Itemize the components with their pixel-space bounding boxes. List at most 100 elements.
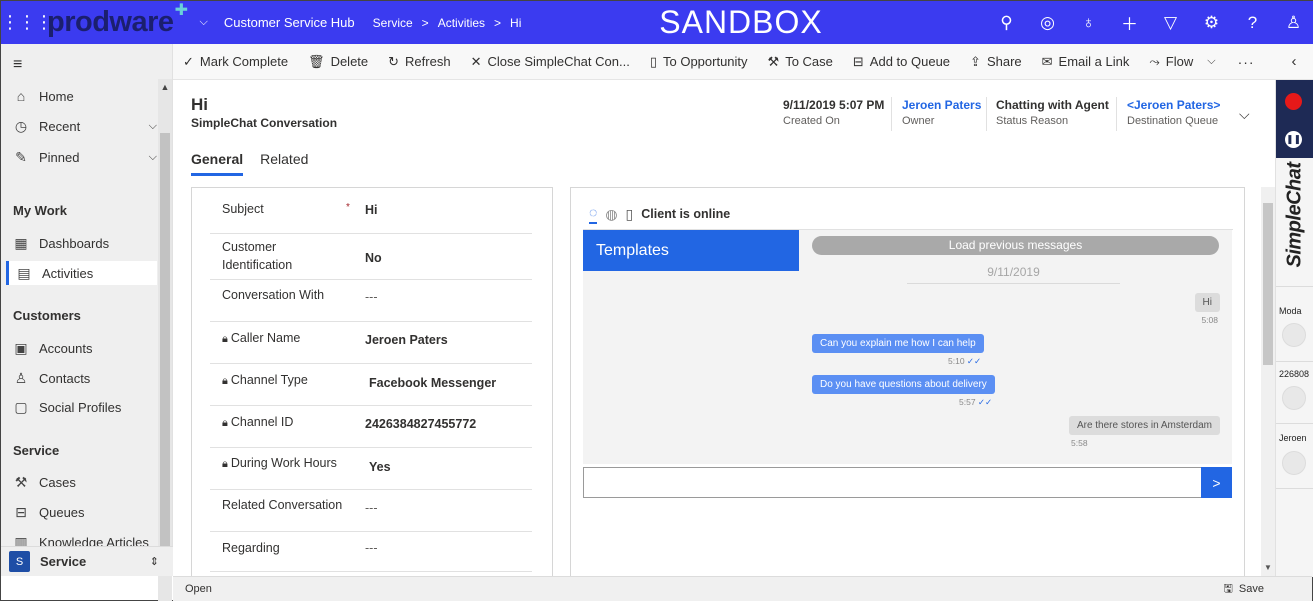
owner-link[interactable]: Jeroen Paters: [902, 98, 981, 112]
wrench-icon: ⚒: [767, 53, 780, 69]
header-divider: [986, 97, 987, 131]
rail-entry-avatar[interactable]: [1282, 386, 1306, 410]
globe-icon[interactable]: ◍: [605, 206, 617, 223]
main-scrollbar[interactable]: ▼: [1261, 187, 1275, 577]
messenger-icon[interactable]: ◌: [589, 204, 598, 224]
share-button[interactable]: ⇪ Share: [970, 54, 1022, 70]
double-check-icon: ✓✓: [977, 397, 993, 407]
field-row-regarding: Regarding ---: [210, 532, 532, 572]
header-destination-queue: <Jeroen Paters> Destination Queue: [1127, 98, 1221, 127]
chat-message-input[interactable]: [583, 467, 1202, 498]
rail-entry-avatar[interactable]: [1282, 323, 1306, 347]
add-to-queue-button[interactable]: ⊟ Add to Queue: [853, 54, 950, 70]
nav-scrollbar[interactable]: ▲ ▼: [158, 79, 172, 601]
collapse-panel-icon[interactable]: ‹: [1275, 44, 1313, 80]
breadcrumb-activities[interactable]: Activities: [438, 16, 485, 30]
tab-general[interactable]: General: [191, 151, 244, 176]
top-bar: ⋮⋮⋮ prodware ✚ ⌵ Customer Service Hub Ser…: [1, 1, 1313, 44]
mark-complete-button[interactable]: ✓ Mark Complete: [183, 54, 288, 70]
simplechat-logo: SimpleChat: [1283, 162, 1306, 268]
chevron-down-icon[interactable]: ⌵: [149, 120, 157, 133]
conversation-with-field[interactable]: ---: [365, 290, 378, 304]
gear-icon[interactable]: ⚙: [1191, 1, 1232, 44]
dashboard-icon: ▦: [14, 234, 28, 251]
channel-type-field: Facebook Messenger: [369, 376, 497, 390]
message-bubble: Are there stores in Amsterdam: [1068, 416, 1220, 435]
breadcrumb-service[interactable]: Service: [373, 16, 413, 30]
filter-icon[interactable]: ▽: [1150, 1, 1191, 44]
area-switcher[interactable]: S Service ⇕: [1, 546, 173, 576]
nav-scrollbar-thumb[interactable]: [160, 133, 170, 573]
nav-item-accounts[interactable]: ▣ Accounts: [13, 336, 157, 360]
email-link-button[interactable]: ✉ Email a Link: [1042, 54, 1130, 70]
pause-icon[interactable]: ❚❚: [1285, 131, 1302, 148]
destination-queue-link[interactable]: <Jeroen Paters>: [1127, 98, 1220, 112]
send-button[interactable]: >: [1201, 467, 1232, 498]
templates-header[interactable]: Templates: [583, 230, 799, 271]
plus-icon[interactable]: ＋: [1109, 1, 1150, 44]
header-status-reason: Chatting with Agent Status Reason: [996, 98, 1109, 127]
lock-icon: 🔒︎: [222, 375, 228, 387]
caller-name-field: Jeroen Paters: [365, 333, 448, 347]
user-icon[interactable]: ♙: [1273, 1, 1313, 44]
delete-button[interactable]: 🗑 Delete: [308, 54, 368, 70]
home-icon: ⌂: [16, 88, 26, 104]
simplechat-panel: ◌ ◍ ▯ Client is online Templates Load pr…: [570, 187, 1245, 577]
chevron-down-icon[interactable]: ⌵: [200, 16, 208, 29]
scroll-down-icon[interactable]: ▼: [1261, 563, 1275, 572]
area-avatar: S: [9, 551, 30, 572]
flow-button[interactable]: ⤳ Flow ⌵: [1149, 54, 1215, 70]
status-footer: Open 🖫 Save: [173, 576, 1312, 601]
record-icon[interactable]: [1285, 93, 1302, 110]
chevron-down-icon[interactable]: ⌵: [1207, 55, 1215, 68]
nav-item-contacts[interactable]: ♙ Contacts: [13, 366, 157, 390]
area-label: Service: [40, 554, 87, 569]
related-conversation-field[interactable]: ---: [365, 501, 378, 515]
nav-item-social-profiles[interactable]: ▢ Social Profiles: [13, 395, 157, 419]
help-icon[interactable]: ?: [1232, 1, 1273, 44]
tab-related[interactable]: Related: [260, 151, 308, 176]
more-commands-icon[interactable]: ···: [1238, 54, 1255, 70]
task-check-icon[interactable]: ◎: [1027, 1, 1068, 44]
field-row-during-work-hours: 🔒︎ During Work Hours Yes: [210, 448, 532, 490]
expand-header-icon[interactable]: ⌵: [1239, 106, 1250, 123]
lock-icon: 🔒︎: [222, 417, 228, 429]
customer-identification-field[interactable]: No: [365, 251, 382, 265]
to-case-button[interactable]: ⚒ To Case: [768, 54, 833, 70]
subject-field[interactable]: Hi: [365, 203, 378, 217]
app-launcher-icon[interactable]: ⋮⋮⋮: [1, 12, 53, 33]
search-icon[interactable]: ⚲: [986, 1, 1027, 44]
lightbulb-icon[interactable]: ♁: [1068, 1, 1109, 44]
message-time: 5:10 ✓✓: [948, 356, 982, 366]
nav-item-activities[interactable]: ▤ Activities: [6, 261, 157, 285]
nav-item-recent[interactable]: ◷ Recent ⌵: [13, 114, 157, 138]
close-simplechat-button[interactable]: ✕ Close SimpleChat Con...: [471, 54, 630, 70]
hamburger-icon[interactable]: ≡: [13, 56, 22, 74]
scroll-up-icon[interactable]: ▲: [158, 82, 172, 92]
conversation-area[interactable]: Load previous messages 9/11/2019 Hi 5:08…: [799, 230, 1232, 464]
entity-name: SimpleChat Conversation: [191, 116, 338, 130]
lock-icon: 🔒︎: [222, 333, 228, 345]
app-name[interactable]: Customer Service Hub: [224, 15, 355, 30]
load-previous-button[interactable]: Load previous messages: [812, 236, 1219, 255]
field-row-channel-type: 🔒︎ Channel Type Facebook Messenger: [210, 364, 532, 406]
breadcrumb: Service > Activities > Hi: [373, 16, 522, 30]
trash-icon: 🗑: [308, 53, 325, 69]
nav-item-queues[interactable]: ⊟ Queues: [13, 500, 157, 524]
main-scrollbar-thumb[interactable]: [1263, 203, 1273, 365]
nav-item-cases[interactable]: ⚒ Cases: [13, 470, 157, 494]
chevron-down-icon[interactable]: ⌵: [149, 151, 157, 164]
refresh-button[interactable]: ↻ Refresh: [388, 54, 450, 70]
nav-item-home[interactable]: ⌂ Home: [13, 84, 157, 108]
phone-icon: ▯: [625, 205, 634, 222]
rail-entry-label: 226808: [1279, 369, 1310, 379]
save-button[interactable]: 🖫 Save: [1224, 580, 1264, 599]
nav-item-dashboards[interactable]: ▦ Dashboards: [13, 231, 157, 255]
rail-entry-avatar[interactable]: [1282, 451, 1306, 475]
social-profile-icon: ▢: [14, 398, 28, 415]
nav-item-pinned[interactable]: ✎ Pinned ⌵: [13, 145, 157, 169]
flow-icon: ⤳: [1149, 53, 1160, 69]
regarding-field[interactable]: ---: [365, 541, 378, 555]
nav-group-my-work: My Work: [13, 203, 67, 218]
to-opportunity-button[interactable]: ▯ To Opportunity: [650, 54, 748, 70]
